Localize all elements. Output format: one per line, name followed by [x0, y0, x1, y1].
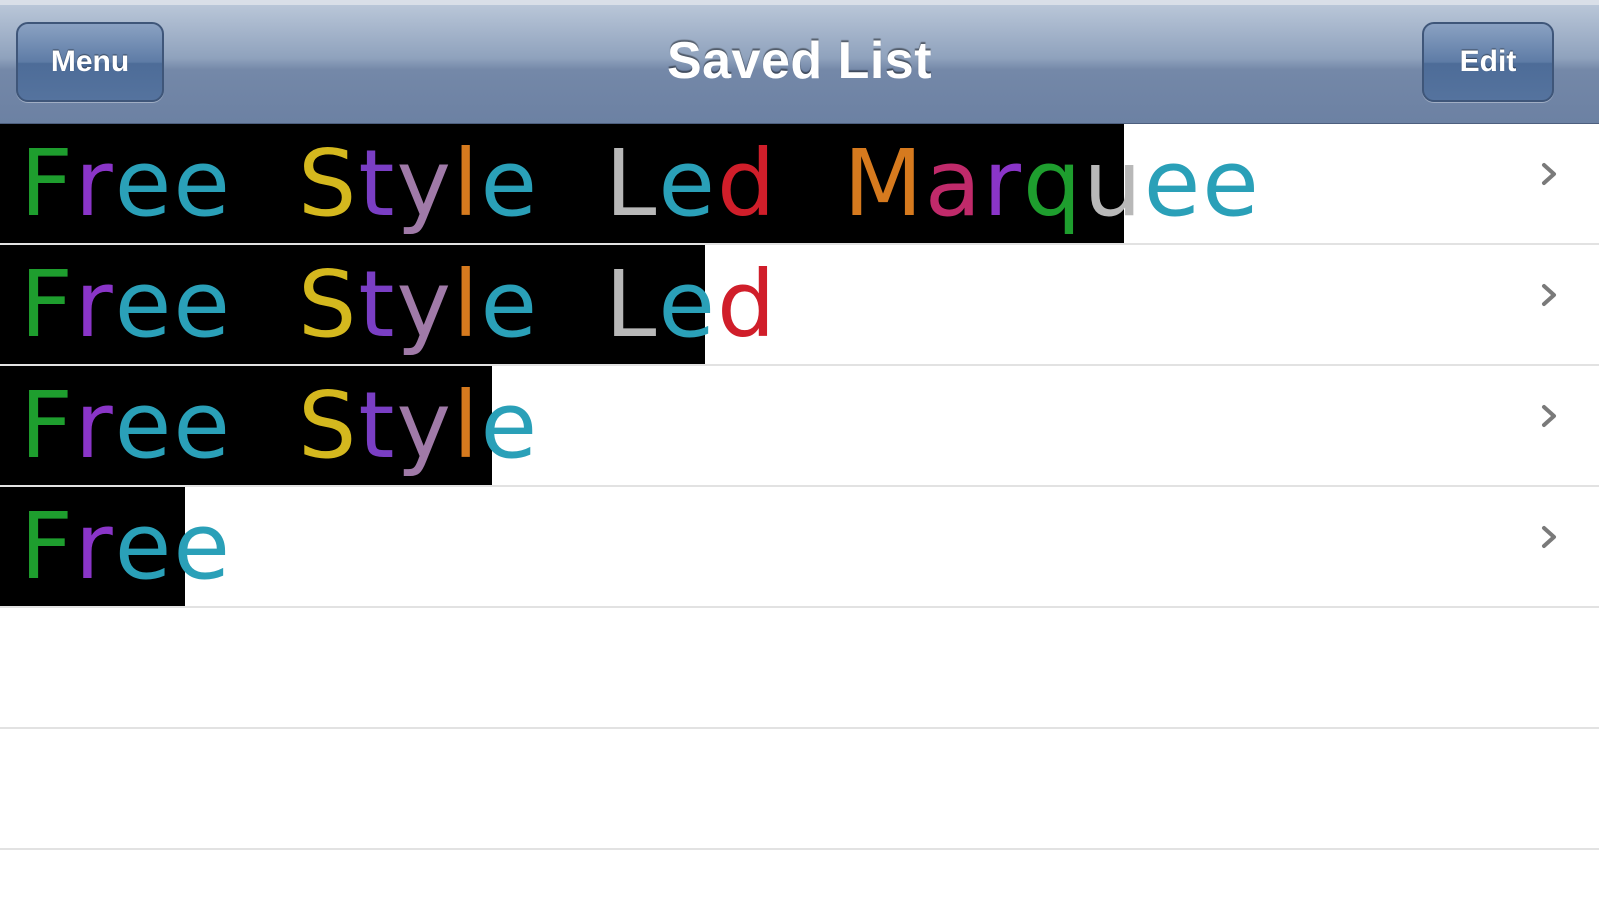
marquee-preview: Free Style [0, 366, 537, 485]
saved-list: Free Style Led Marquee Free Style Led Free Style… [0, 124, 1599, 850]
chevron-right-icon [1542, 526, 1556, 548]
saved-item-row[interactable]: Free [0, 487, 1599, 608]
saved-item-row[interactable]: Free Style Led Marquee [0, 124, 1599, 245]
saved-item-row[interactable]: Free Style [0, 366, 1599, 487]
empty-row [0, 729, 1599, 850]
marquee-text: Free [20, 492, 232, 600]
marquee-preview: Free Style Led [0, 245, 775, 364]
marquee-text: Free Style Led Marquee [20, 129, 1261, 237]
chevron-right-icon [1542, 405, 1556, 427]
marquee-preview: Free Style Led Marquee [0, 124, 1259, 243]
page-title: Saved List [666, 32, 933, 90]
marquee-preview: Free [0, 487, 230, 606]
saved-item-row[interactable]: Free Style Led [0, 245, 1599, 366]
marquee-text: Free Style [20, 371, 540, 479]
chevron-right-icon [1542, 163, 1556, 185]
chevron-right-icon [1542, 284, 1556, 306]
marquee-text: Free Style Led [20, 250, 778, 358]
navigation-bar: Menu Saved List Edit [0, 0, 1599, 124]
edit-button[interactable]: Edit [1422, 22, 1554, 102]
empty-row [0, 608, 1599, 729]
